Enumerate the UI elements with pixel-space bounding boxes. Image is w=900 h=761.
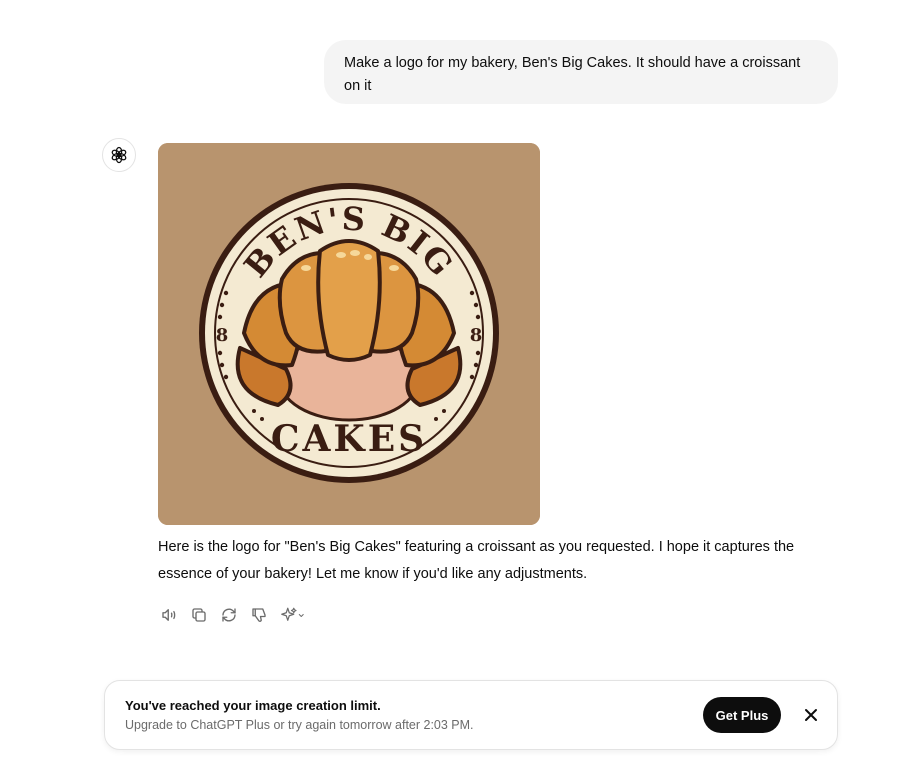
copy-icon	[192, 608, 206, 622]
limit-title: You've reached your image creation limit…	[125, 698, 381, 713]
sparkle-model-icon	[281, 607, 304, 621]
thumbs-down-icon	[252, 608, 266, 622]
copy-button[interactable]	[188, 604, 210, 626]
assistant-reply-text: Here is the logo for "Ben's Big Cakes" f…	[158, 539, 795, 582]
read-aloud-button[interactable]	[158, 604, 180, 626]
openai-logo-icon	[111, 146, 127, 164]
logo-side-mark-left: 8	[216, 325, 229, 346]
message-actions	[158, 604, 308, 626]
image-limit-banner: You've reached your image creation limit…	[104, 680, 838, 750]
get-plus-button[interactable]: Get Plus	[703, 697, 781, 733]
logo-side-mark-right: 8	[470, 325, 483, 346]
thumbs-down-button[interactable]	[248, 604, 270, 626]
limit-subtitle: Upgrade to ChatGPT Plus or try again tom…	[125, 718, 474, 732]
generated-logo-image[interactable]: 8 8 BEN'S BIG CAKES	[158, 143, 540, 525]
regenerate-button[interactable]	[218, 604, 240, 626]
logo-text-bottom: CAKES	[271, 418, 427, 460]
close-banner-button[interactable]	[801, 705, 821, 725]
regenerate-icon	[222, 608, 236, 622]
user-message-bubble: Make a logo for my bakery, Ben's Big Cak…	[324, 40, 838, 104]
model-switch-button[interactable]	[278, 604, 308, 626]
user-message-text: Make a logo for my bakery, Ben's Big Cak…	[344, 55, 801, 94]
close-icon	[805, 709, 817, 721]
read-aloud-icon	[162, 609, 176, 621]
assistant-avatar	[102, 138, 136, 172]
